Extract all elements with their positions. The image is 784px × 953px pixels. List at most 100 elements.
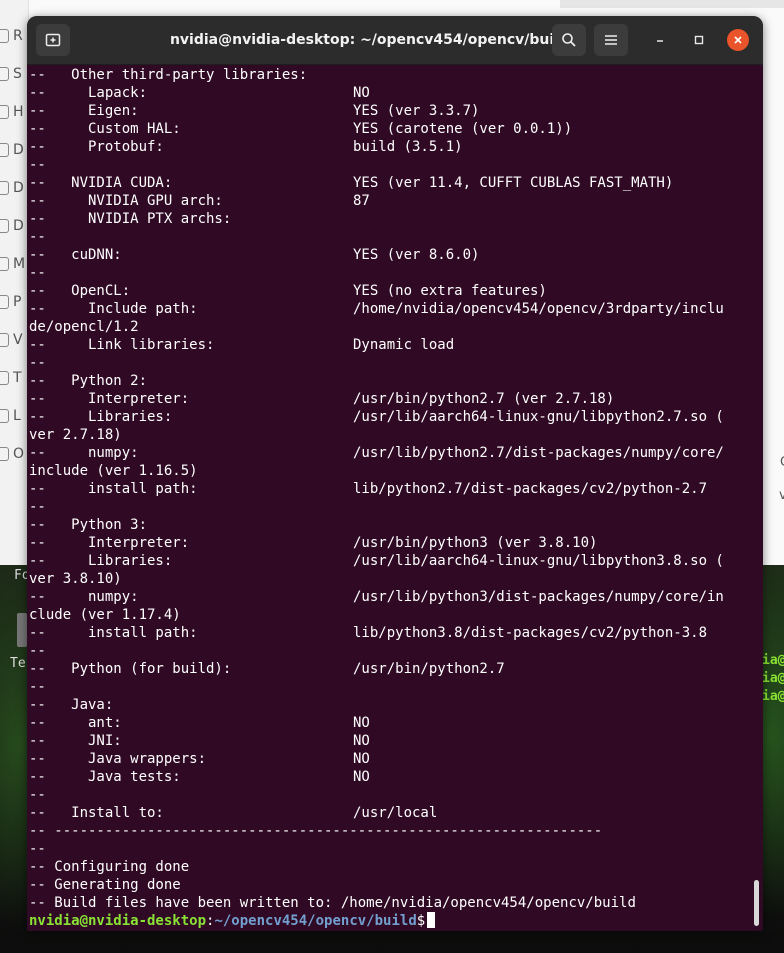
desktop-terminal-icon[interactable] [17,613,27,647]
line-label: -- Eigen: [29,103,139,119]
terminal-titlebar[interactable]: nvidia@nvidia-desktop: ~/opencv454/openc… [27,16,763,65]
terminal-window[interactable]: nvidia@nvidia-desktop: ~/opencv454/openc… [27,16,763,931]
line-value: 87 [353,193,370,209]
sidebar-item-label: L [13,408,21,424]
terminal-output-line: -- Custom HAL: YES (carotene (ver 0.0.1)) [29,120,572,138]
sidebar-item[interactable]: D [0,177,28,199]
search-button[interactable] [552,24,586,56]
line-label: -- numpy: [29,589,139,605]
line-value: /home/nvidia/opencv454/opencv/3rdparty/i… [353,301,724,317]
terminal-output-line: -- Java wrappers: NO [29,750,370,768]
line-label: -- Protobuf: [29,139,164,155]
line-label: -- NVIDIA GPU arch: [29,193,223,209]
background-text-fragment: v [779,488,784,503]
terminal-output-line: -- numpy: /usr/lib/python2.7/dist-package… [29,444,724,462]
line-value: /usr/lib/aarch64-linux-gnu/libpython3.8.… [353,553,724,569]
sidebar-item[interactable]: D [0,215,28,237]
maximize-button[interactable] [688,29,710,51]
terminal-output-line: -- [29,228,46,246]
search-icon [562,33,576,47]
sidebar-item-label: D [13,142,24,158]
line-value: /usr/bin/python3 (ver 3.8.10) [353,535,598,551]
text-cursor [427,912,436,928]
sidebar-item[interactable]: L [0,405,28,427]
line-label: -- Python 3: [29,517,148,533]
minimize-button[interactable] [649,29,671,51]
line-label: -- OpenCL: [29,283,131,299]
line-value: NO [353,715,370,731]
line-value: NO [353,733,370,749]
terminal-output-line: -- [29,840,46,858]
sidebar-item[interactable]: T [0,367,28,389]
terminal-scrollbar[interactable] [754,880,759,926]
line-value: NO [353,769,370,785]
sidebar-item[interactable]: P [0,291,28,313]
line-label: -- [29,157,46,173]
terminal-output-line: -- Link libraries: Dynamic load [29,336,454,354]
line-value: build (3.5.1) [353,139,463,155]
download-icon [0,219,9,233]
terminal-output-line: -- Generating done [29,876,181,894]
line-label: -- [29,787,46,803]
terminal-output-line: -- Libraries: /usr/lib/aarch64-linux-gnu/… [29,552,724,570]
new-tab-icon [45,33,61,47]
line-label: -- [29,229,46,245]
line-label: -- Python (for build): [29,661,232,677]
line-label: -- Install to: [29,805,164,821]
sidebar-item[interactable]: R [0,25,28,47]
terminal-output-line: -- Java: [29,696,113,714]
terminal-output-line: -- NVIDIA GPU arch: 87 [29,192,370,210]
plus-icon [0,447,9,461]
close-icon [734,36,742,44]
sidebar-item-label: V [13,332,23,348]
terminal-output[interactable]: -- Other third-party libraries: -- Lapack… [29,66,755,931]
line-label: -- [29,841,46,857]
line-label: -- Include path: [29,301,198,317]
terminal-output-line: -- Install to: /usr/local [29,804,437,822]
sidebar-item[interactable]: S [0,63,28,85]
command-prompt[interactable]: nvidia@nvidia-desktop:~/opencv454/opencv… [29,912,436,930]
sidebar-item[interactable]: O [0,443,28,465]
sidebar-item-label: H [13,104,24,120]
line-label: -- install path: [29,481,198,497]
sidebar-item[interactable]: M [0,253,28,275]
terminal-output-line: -- [29,264,46,282]
terminal-output-line: -- Include path: /home/nvidia/opencv454/o… [29,300,724,318]
menu-button[interactable] [594,24,628,56]
line-label: -- Link libraries: [29,337,215,353]
line-label: -- [29,265,46,281]
terminal-output-line: -- [29,678,46,696]
image-icon [0,295,9,309]
folder-icon [0,143,9,157]
line-value: NO [353,751,370,767]
sidebar-item[interactable]: D [0,139,28,161]
line-label: -- Java: [29,697,114,713]
line-label: -- Lapack: [29,85,148,101]
line-value: /usr/bin/python2.7 (ver 2.7.18) [353,391,615,407]
sidebar-item-label: P [13,294,22,310]
sidebar-item[interactable]: V [0,329,28,351]
line-value: /usr/bin/python2.7 [353,661,505,677]
line-label: -- NVIDIA PTX archs: [29,211,232,227]
terminal-output-line: -- Other third-party libraries: [29,66,307,84]
line-value: /usr/lib/aarch64-linux-gnu/libpython2.7.… [353,409,724,425]
sidebar-item-label: S [13,66,22,82]
line-label: -- numpy: [29,445,139,461]
line-label: -- Build files have been written to: /ho… [29,895,636,911]
recent-icon [0,29,9,43]
sidebar-item-label: D [13,218,24,234]
line-label: -- JNI: [29,733,122,749]
close-button[interactable] [727,29,749,51]
line-value: lib/python3.8/dist-packages/cv2/python-3… [353,625,708,641]
new-tab-button[interactable] [36,24,70,56]
sidebar-item[interactable]: H [0,101,28,123]
sidebar-item-label: M [13,256,26,272]
desktop-text-fragment: ia@ [762,689,784,704]
terminal-output-line: de/opencl/1.2 [29,318,139,336]
sidebar-item-label: T [13,370,22,386]
line-label: ver 3.8.10) [29,571,122,587]
line-value: YES (ver 3.3.7) [353,103,480,119]
line-value: YES (carotene (ver 0.0.1)) [353,121,573,137]
line-label: de/opencl/1.2 [29,319,139,335]
line-label: -- Java tests: [29,769,181,785]
